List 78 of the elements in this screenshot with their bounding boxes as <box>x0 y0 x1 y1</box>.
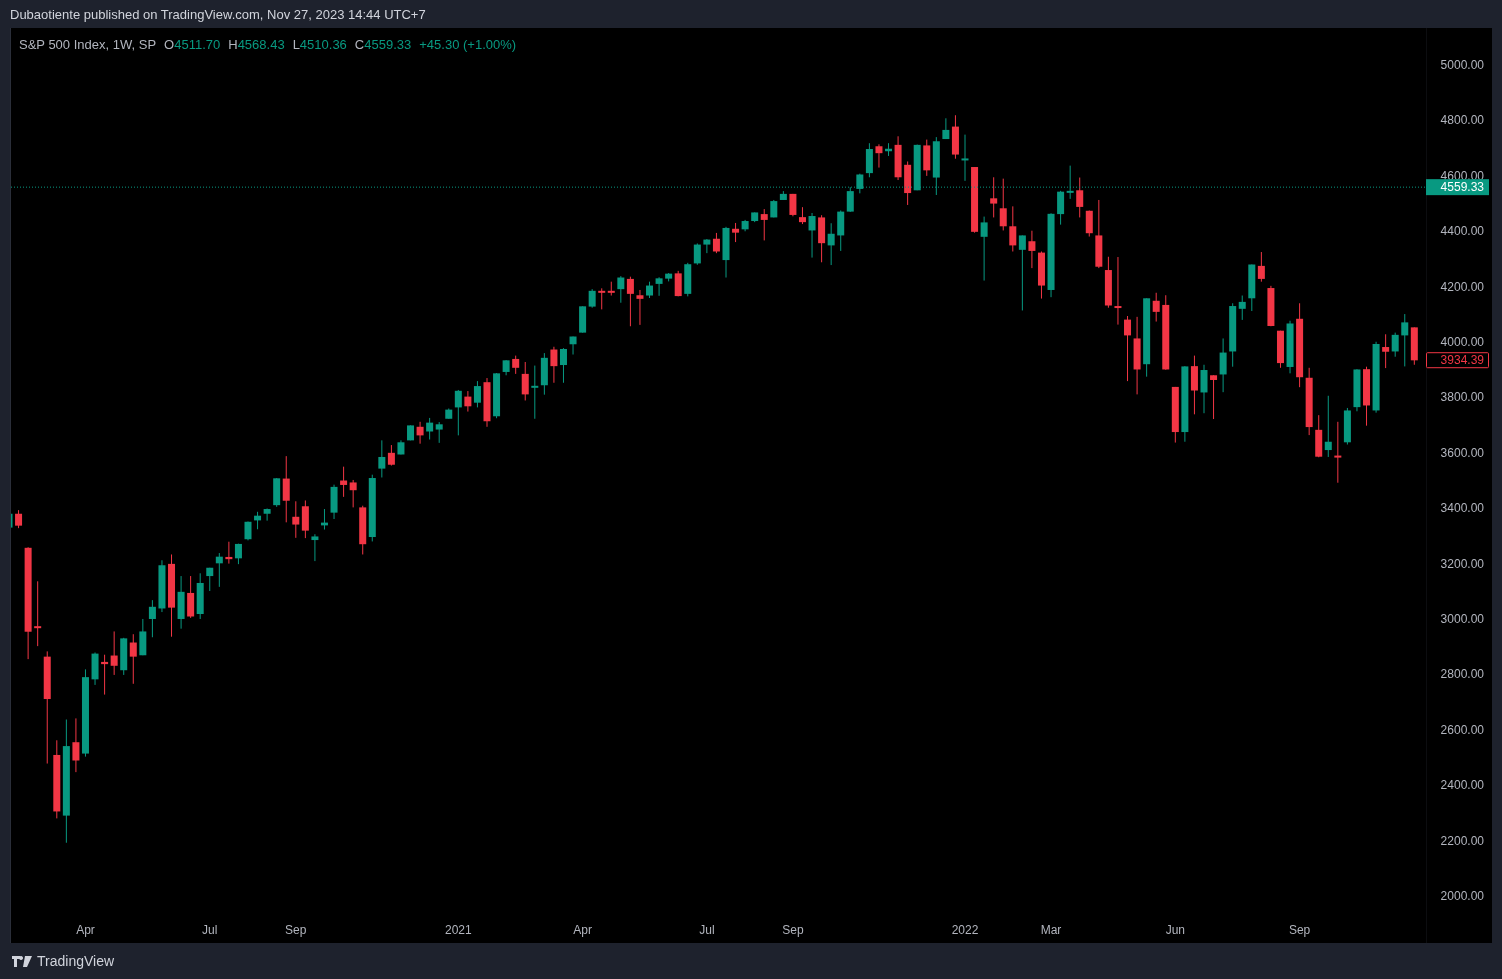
candlestick <box>1171 386 1179 444</box>
candlestick <box>1286 320 1294 374</box>
candlestick <box>1038 251 1045 300</box>
candlestick <box>91 652 99 686</box>
last-price-label: 4559.33 <box>1426 179 1489 196</box>
brand-name[interactable]: TradingView <box>37 950 115 972</box>
price-axis-label: 2600.00 <box>1440 722 1484 737</box>
candlestick <box>1114 256 1122 326</box>
time-axis-label: Apr <box>573 923 592 937</box>
price-axis-label: 4400.00 <box>1440 224 1484 239</box>
candlestick <box>1124 315 1131 382</box>
candlestick <box>961 134 969 182</box>
candlestick <box>244 521 252 541</box>
candlestick <box>11 513 13 528</box>
ohlc-value: C4559.33 <box>354 36 412 54</box>
candlestick <box>321 508 328 531</box>
candlestick <box>885 142 892 157</box>
candlestick <box>722 226 730 278</box>
candlestick <box>1363 366 1370 427</box>
time-axis-label: Jul <box>202 923 218 937</box>
price-axis-label: 3800.00 <box>1440 390 1484 405</box>
close-price-label: 3934.39 <box>1426 352 1489 369</box>
candlestick <box>1028 230 1036 269</box>
price-axis-label: 2400.00 <box>1440 778 1484 793</box>
time-axis-label: Sep <box>782 923 804 937</box>
price-axis-label: 3400.00 <box>1440 501 1484 516</box>
candlestick <box>1200 364 1208 414</box>
candlestick <box>569 336 577 355</box>
price-change: +45.30 (+1.00%) <box>419 36 517 54</box>
candlestick <box>1277 330 1284 369</box>
candlestick <box>483 377 491 428</box>
logo-icon[interactable] <box>12 955 32 967</box>
time-axis-label: Sep <box>285 923 307 937</box>
candlestick <box>789 193 797 217</box>
candlestick <box>550 346 558 384</box>
time-axis-label: Sep <box>1288 923 1311 937</box>
time-axis-label: 2022 <box>951 923 979 937</box>
candlestick <box>72 717 80 773</box>
ohlc-value: L4510.36 <box>292 36 347 54</box>
price-axis-label: 4200.00 <box>1440 279 1484 294</box>
price-axis-label: 3600.00 <box>1440 445 1484 460</box>
candlestick <box>1267 285 1275 327</box>
candlestick <box>34 580 42 647</box>
candlestick <box>894 135 902 181</box>
price-axis-label: 2200.00 <box>1440 833 1484 848</box>
price-axis-label: 4000.00 <box>1440 335 1484 350</box>
ohlc-value: H4568.43 <box>228 36 285 54</box>
price-axis-label: 3000.00 <box>1440 612 1484 626</box>
candlestick <box>177 575 185 630</box>
candlestick <box>636 289 644 326</box>
price-axis-label: 2000.00 <box>1440 888 1484 903</box>
candlestick <box>330 484 338 520</box>
candlestick <box>397 439 405 455</box>
price-axis-label: 3200.00 <box>1440 556 1484 571</box>
price-axis-label: 4800.00 <box>1440 113 1484 128</box>
candlestick <box>158 559 166 613</box>
candlestick <box>646 281 653 299</box>
time-axis-label: Jun <box>1165 923 1185 937</box>
candlestick <box>407 424 414 441</box>
candlestick <box>1353 368 1361 412</box>
time-axis-label: Mar <box>1040 923 1062 937</box>
time-axis-label: Apr <box>76 923 95 937</box>
candlestick <box>15 509 23 529</box>
time-axis-label: Jul <box>699 923 715 937</box>
ref-line-label: 4559.33 <box>1440 180 1485 195</box>
candlestick <box>655 276 663 297</box>
ohlc-value: O4511.70 <box>164 36 221 54</box>
price-axis-label: 2800.00 <box>1440 667 1484 682</box>
candlestick <box>311 533 319 562</box>
candlestick <box>560 347 567 384</box>
symbol-title: S&P 500 Index, 1W, SP <box>19 36 157 54</box>
candlestick <box>416 421 424 445</box>
publisher-caption: Dubaotiente published on TradingView.com, Nov 27, 2023 14:44 UTC+7 <box>10 7 426 22</box>
candlestick <box>875 143 883 169</box>
price-axis-label: 5000.00 <box>1440 58 1484 73</box>
candlestick <box>808 212 816 259</box>
time-axis-label: 2021 <box>444 923 472 937</box>
candlestick <box>799 206 806 225</box>
